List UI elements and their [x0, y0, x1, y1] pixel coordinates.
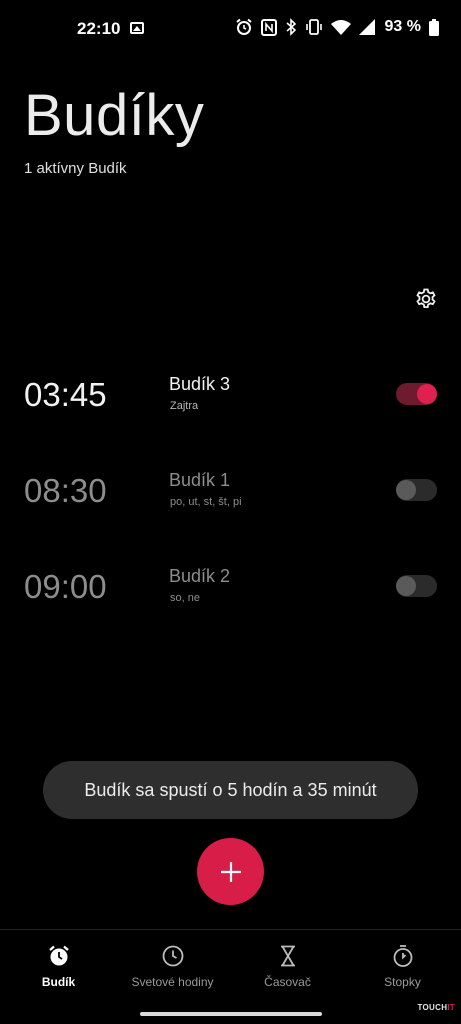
- battery-percent: 93 %: [384, 18, 421, 35]
- battery-icon: [429, 18, 439, 36]
- gear-icon: [416, 288, 436, 308]
- alarm-toggle[interactable]: [396, 383, 437, 405]
- snackbar: Budík sa spustí o 5 hodín a 35 minút: [43, 761, 418, 819]
- clock-icon: [162, 945, 183, 967]
- alarm-row[interactable]: 09:00 Budík 2 so, ne: [0, 558, 461, 638]
- tab-world-clock[interactable]: Svetové hodiny: [115, 944, 230, 989]
- watermark-prefix: TOUCH: [417, 1003, 448, 1012]
- alarm-row[interactable]: 08:30 Budík 1 po, ut, st, št, pi: [0, 462, 461, 542]
- tab-alarm[interactable]: Budík: [1, 944, 116, 989]
- toggle-knob: [417, 384, 437, 404]
- status-bar: 22:10 93 %: [0, 0, 461, 60]
- alarm-repeat: so, ne: [170, 592, 200, 604]
- watermark: TOUCHIT: [417, 1003, 455, 1012]
- plus-icon: [220, 861, 241, 882]
- alarm-repeat: Zajtra: [170, 400, 199, 412]
- alarm-icon: [235, 18, 252, 35]
- alarm-time: 09:00: [24, 568, 107, 605]
- alarm-name: Budík 2: [169, 566, 231, 586]
- alarm-clock-icon: [48, 945, 69, 966]
- toggle-knob: [396, 576, 416, 596]
- gesture-bar[interactable]: [140, 1012, 322, 1016]
- toggle-knob: [396, 480, 416, 500]
- bluetooth-icon: [286, 18, 296, 36]
- status-time: 22:10: [77, 19, 121, 38]
- status-icons: 93 %: [235, 18, 439, 36]
- settings-button[interactable]: [411, 284, 441, 314]
- bottom-navigation: Budík Svetové hodiny Časovač Stopky: [0, 929, 461, 1024]
- alarm-name: Budík 1: [169, 470, 231, 490]
- alarm-name: Budík 3: [169, 374, 231, 394]
- alarm-repeat: po, ut, st, št, pi: [170, 496, 242, 508]
- stopwatch-icon: [393, 945, 412, 967]
- alarm-time: 08:30: [24, 472, 107, 509]
- tab-stopwatch[interactable]: Stopky: [345, 944, 460, 989]
- nfc-icon: [260, 18, 277, 36]
- add-alarm-button[interactable]: [197, 838, 264, 905]
- alarm-toggle[interactable]: [396, 575, 437, 597]
- alarm-toggle[interactable]: [396, 479, 437, 501]
- watermark-suffix: IT: [447, 1003, 455, 1012]
- wifi-icon: [330, 20, 351, 35]
- hourglass-icon: [280, 945, 295, 967]
- tab-label: Svetové hodiny: [131, 975, 214, 989]
- signal-icon: [358, 19, 375, 35]
- image-icon: [130, 22, 144, 34]
- vibrate-icon: [305, 19, 322, 35]
- alarm-time: 03:45: [24, 376, 107, 413]
- active-alarm-count: 1 aktívny Budík: [24, 160, 127, 177]
- alarm-row[interactable]: 03:45 Budík 3 Zajtra: [0, 366, 461, 446]
- tab-timer[interactable]: Časovač: [230, 944, 345, 989]
- tab-label: Budík: [41, 975, 76, 989]
- page-title: Budíky: [24, 83, 205, 148]
- tab-label: Časovač: [264, 975, 311, 989]
- snackbar-message: Budík sa spustí o 5 hodín a 35 minút: [84, 779, 377, 800]
- tab-label: Stopky: [384, 975, 421, 989]
